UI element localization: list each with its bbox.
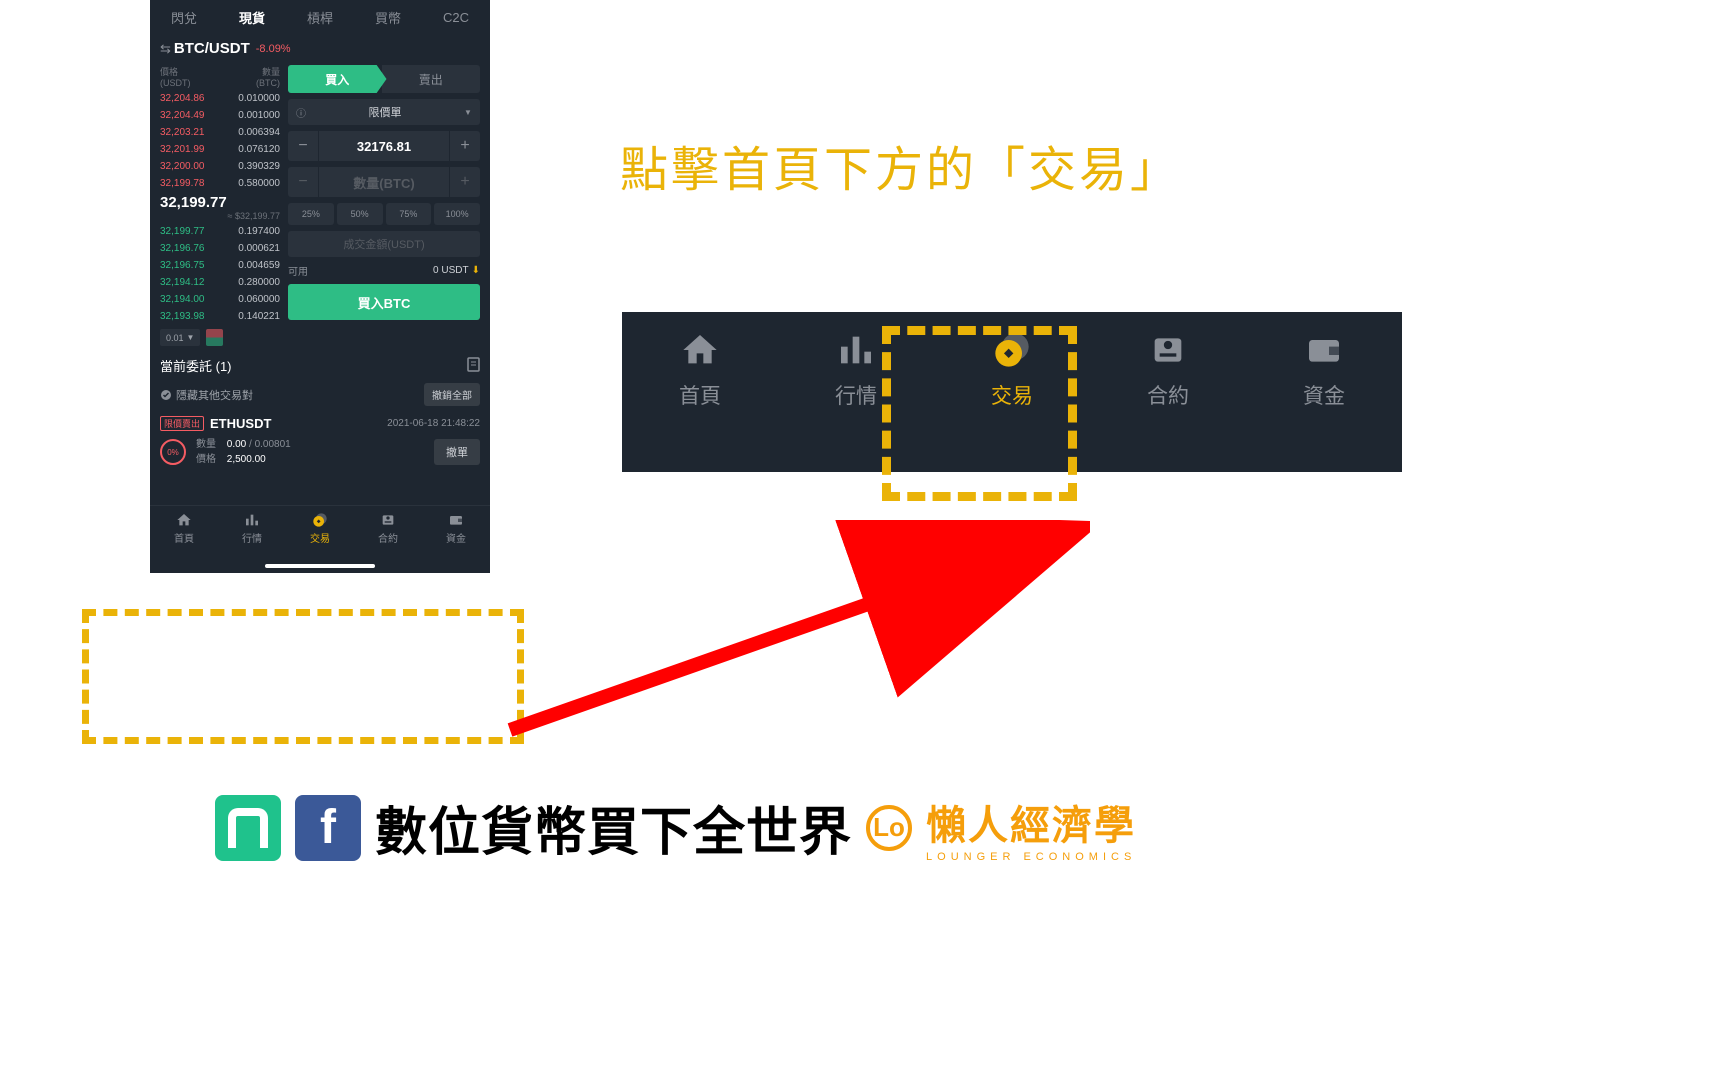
buy-tab[interactable]: 買入 <box>288 65 387 93</box>
tab-spot[interactable]: 現貨 <box>218 0 286 34</box>
order-time: 2021-06-18 21:48:22 <box>387 418 480 429</box>
order-row: 限價賣出 ETHUSDT 2021-06-18 21:48:22 0% 數量 0… <box>160 416 480 467</box>
ob-price-label: 價格 <box>160 67 178 77</box>
orderbook: 價格(USDT) 數量(BTC) 32,204.860.010000 32,20… <box>160 65 280 346</box>
pct-100[interactable]: 100% <box>434 203 480 225</box>
nav-market[interactable]: 行情 <box>218 512 286 561</box>
home-indicator <box>265 564 375 568</box>
lounger-cn: 懶人經濟學 <box>926 793 1136 851</box>
ask-row[interactable]: 32,204.490.001000 <box>160 107 280 124</box>
ob-qty-label: 數量 <box>262 67 280 77</box>
trade-icon <box>311 512 329 528</box>
bid-row[interactable]: 32,196.750.004659 <box>160 257 280 274</box>
orders-title: 當前委託 (1) <box>160 356 232 375</box>
nav-home[interactable]: 首頁 <box>150 512 218 561</box>
pct-25[interactable]: 25% <box>288 203 334 225</box>
wallet-icon <box>447 512 465 528</box>
highlight-box-zoom <box>882 326 1077 501</box>
bid-row[interactable]: 32,194.000.060000 <box>160 291 280 308</box>
submit-buy-button[interactable]: 買入BTC <box>288 284 480 320</box>
chevron-down-icon: ▼ <box>456 99 480 125</box>
product-tabs: 閃兌 現貨 槓桿 買幣 C2C <box>150 0 490 34</box>
footer-brand-row: f 數位貨幣買下全世界 Lo 懶人經濟學 LOUNGER ECONOMICS <box>215 790 1136 865</box>
change-percent: -8.09% <box>256 43 291 55</box>
red-arrow <box>490 520 1090 760</box>
tab-c2c[interactable]: C2C <box>422 0 490 34</box>
order-form: 買入 賣出 ⓘ 限價單 ▼ − 32176.81 + − 數量(BTC) + 2… <box>288 65 480 346</box>
nav-futures-zoom[interactable]: 合約 <box>1090 330 1246 472</box>
nav-wallet[interactable]: 資金 <box>422 512 490 561</box>
available-value: 0 USDT <box>433 265 469 276</box>
phone-screenshot: 閃兌 現貨 槓桿 買幣 C2C ⇆ BTC/USDT -8.09% $ 價格(U… <box>150 0 490 573</box>
brand-crypto-world: 數位貨幣買下全世界 <box>375 790 852 865</box>
depth-selector[interactable]: 0.01▼ <box>160 329 200 346</box>
ask-row[interactable]: 32,199.780.580000 <box>160 175 280 192</box>
bottom-nav-small: 首頁 行情 交易 合約 資金 <box>150 505 490 561</box>
orders-doc-icon[interactable] <box>467 357 480 375</box>
chevron-down-icon: ▼ <box>187 333 195 342</box>
home-icon <box>175 512 193 528</box>
order-type-value: 限價單 <box>314 99 456 125</box>
pct-75[interactable]: 75% <box>386 203 432 225</box>
deposit-icon[interactable]: ⬇ <box>472 265 480 276</box>
qty-value[interactable]: 數量(BTC) <box>319 167 449 197</box>
ask-row[interactable]: 32,200.000.390329 <box>160 158 280 175</box>
futures-icon <box>1146 330 1190 370</box>
cancel-order-button[interactable]: 撤單 <box>434 439 480 465</box>
bars-icon <box>834 330 878 370</box>
available-label: 可用 <box>288 263 308 278</box>
minus-button[interactable]: − <box>288 131 318 161</box>
tab-margin[interactable]: 槓桿 <box>286 0 354 34</box>
ask-row[interactable]: 32,201.990.076120 <box>160 141 280 158</box>
price-stepper[interactable]: − 32176.81 + <box>288 131 480 161</box>
orderbook-mode-icon[interactable] <box>206 329 223 346</box>
open-orders: 當前委託 (1) 隱藏其他交易對 撤銷全部 限價賣出 ETHUSDT 2021-… <box>150 346 490 477</box>
minus-button[interactable]: − <box>288 167 318 197</box>
pair-symbol[interactable]: BTC/USDT <box>174 40 250 57</box>
last-price: 32,199.77 <box>160 194 280 211</box>
bid-row[interactable]: 32,194.120.280000 <box>160 274 280 291</box>
order-symbol: ETHUSDT <box>210 416 271 431</box>
home-icon <box>678 330 722 370</box>
ask-row[interactable]: 32,204.860.010000 <box>160 90 280 107</box>
usd-equiv: ≈ $32,199.77 <box>160 211 280 221</box>
swap-icon[interactable]: ⇆ <box>160 41 171 57</box>
bars-icon <box>243 512 261 528</box>
bid-row[interactable]: 32,199.770.197400 <box>160 223 280 240</box>
facebook-logo: f <box>295 795 361 861</box>
pair-header: ⇆ BTC/USDT -8.09% $ <box>150 34 490 65</box>
futures-icon <box>379 512 397 528</box>
highlight-box-small <box>82 609 524 744</box>
info-icon[interactable]: ⓘ <box>288 99 314 125</box>
pct-50[interactable]: 50% <box>337 203 383 225</box>
order-tag: 限價賣出 <box>160 416 204 431</box>
price-value[interactable]: 32176.81 <box>319 131 449 161</box>
tab-buy[interactable]: 買幣 <box>354 0 422 34</box>
nav-trade[interactable]: 交易 <box>286 512 354 561</box>
cancel-all-button[interactable]: 撤銷全部 <box>424 383 480 406</box>
tab-convert[interactable]: 閃兌 <box>150 0 218 34</box>
nav-home-zoom[interactable]: 首頁 <box>622 330 778 472</box>
order-total[interactable]: 成交金額(USDT) <box>288 231 480 257</box>
brand-a-logo <box>215 795 281 861</box>
hide-others-toggle[interactable]: 隱藏其他交易對 <box>160 387 253 403</box>
fill-ring: 0% <box>160 439 186 465</box>
plus-button[interactable]: + <box>450 167 480 197</box>
qty-stepper[interactable]: − 數量(BTC) + <box>288 167 480 197</box>
home-indicator-zoom <box>780 512 1080 519</box>
sell-tab[interactable]: 賣出 <box>382 65 481 93</box>
plus-button[interactable]: + <box>450 131 480 161</box>
lounger-logo: Lo <box>866 805 912 851</box>
nav-wallet-zoom[interactable]: 資金 <box>1246 330 1402 472</box>
wallet-icon <box>1302 330 1346 370</box>
lounger-en: LOUNGER ECONOMICS <box>926 851 1136 863</box>
nav-futures[interactable]: 合約 <box>354 512 422 561</box>
bid-row[interactable]: 32,196.760.000621 <box>160 240 280 257</box>
order-type-selector[interactable]: ⓘ 限價單 ▼ <box>288 99 480 125</box>
ask-row[interactable]: 32,203.210.006394 <box>160 124 280 141</box>
annotation-caption: 點擊首頁下方的「交易」 <box>620 130 1181 200</box>
bid-row[interactable]: 32,193.980.140221 <box>160 308 280 325</box>
